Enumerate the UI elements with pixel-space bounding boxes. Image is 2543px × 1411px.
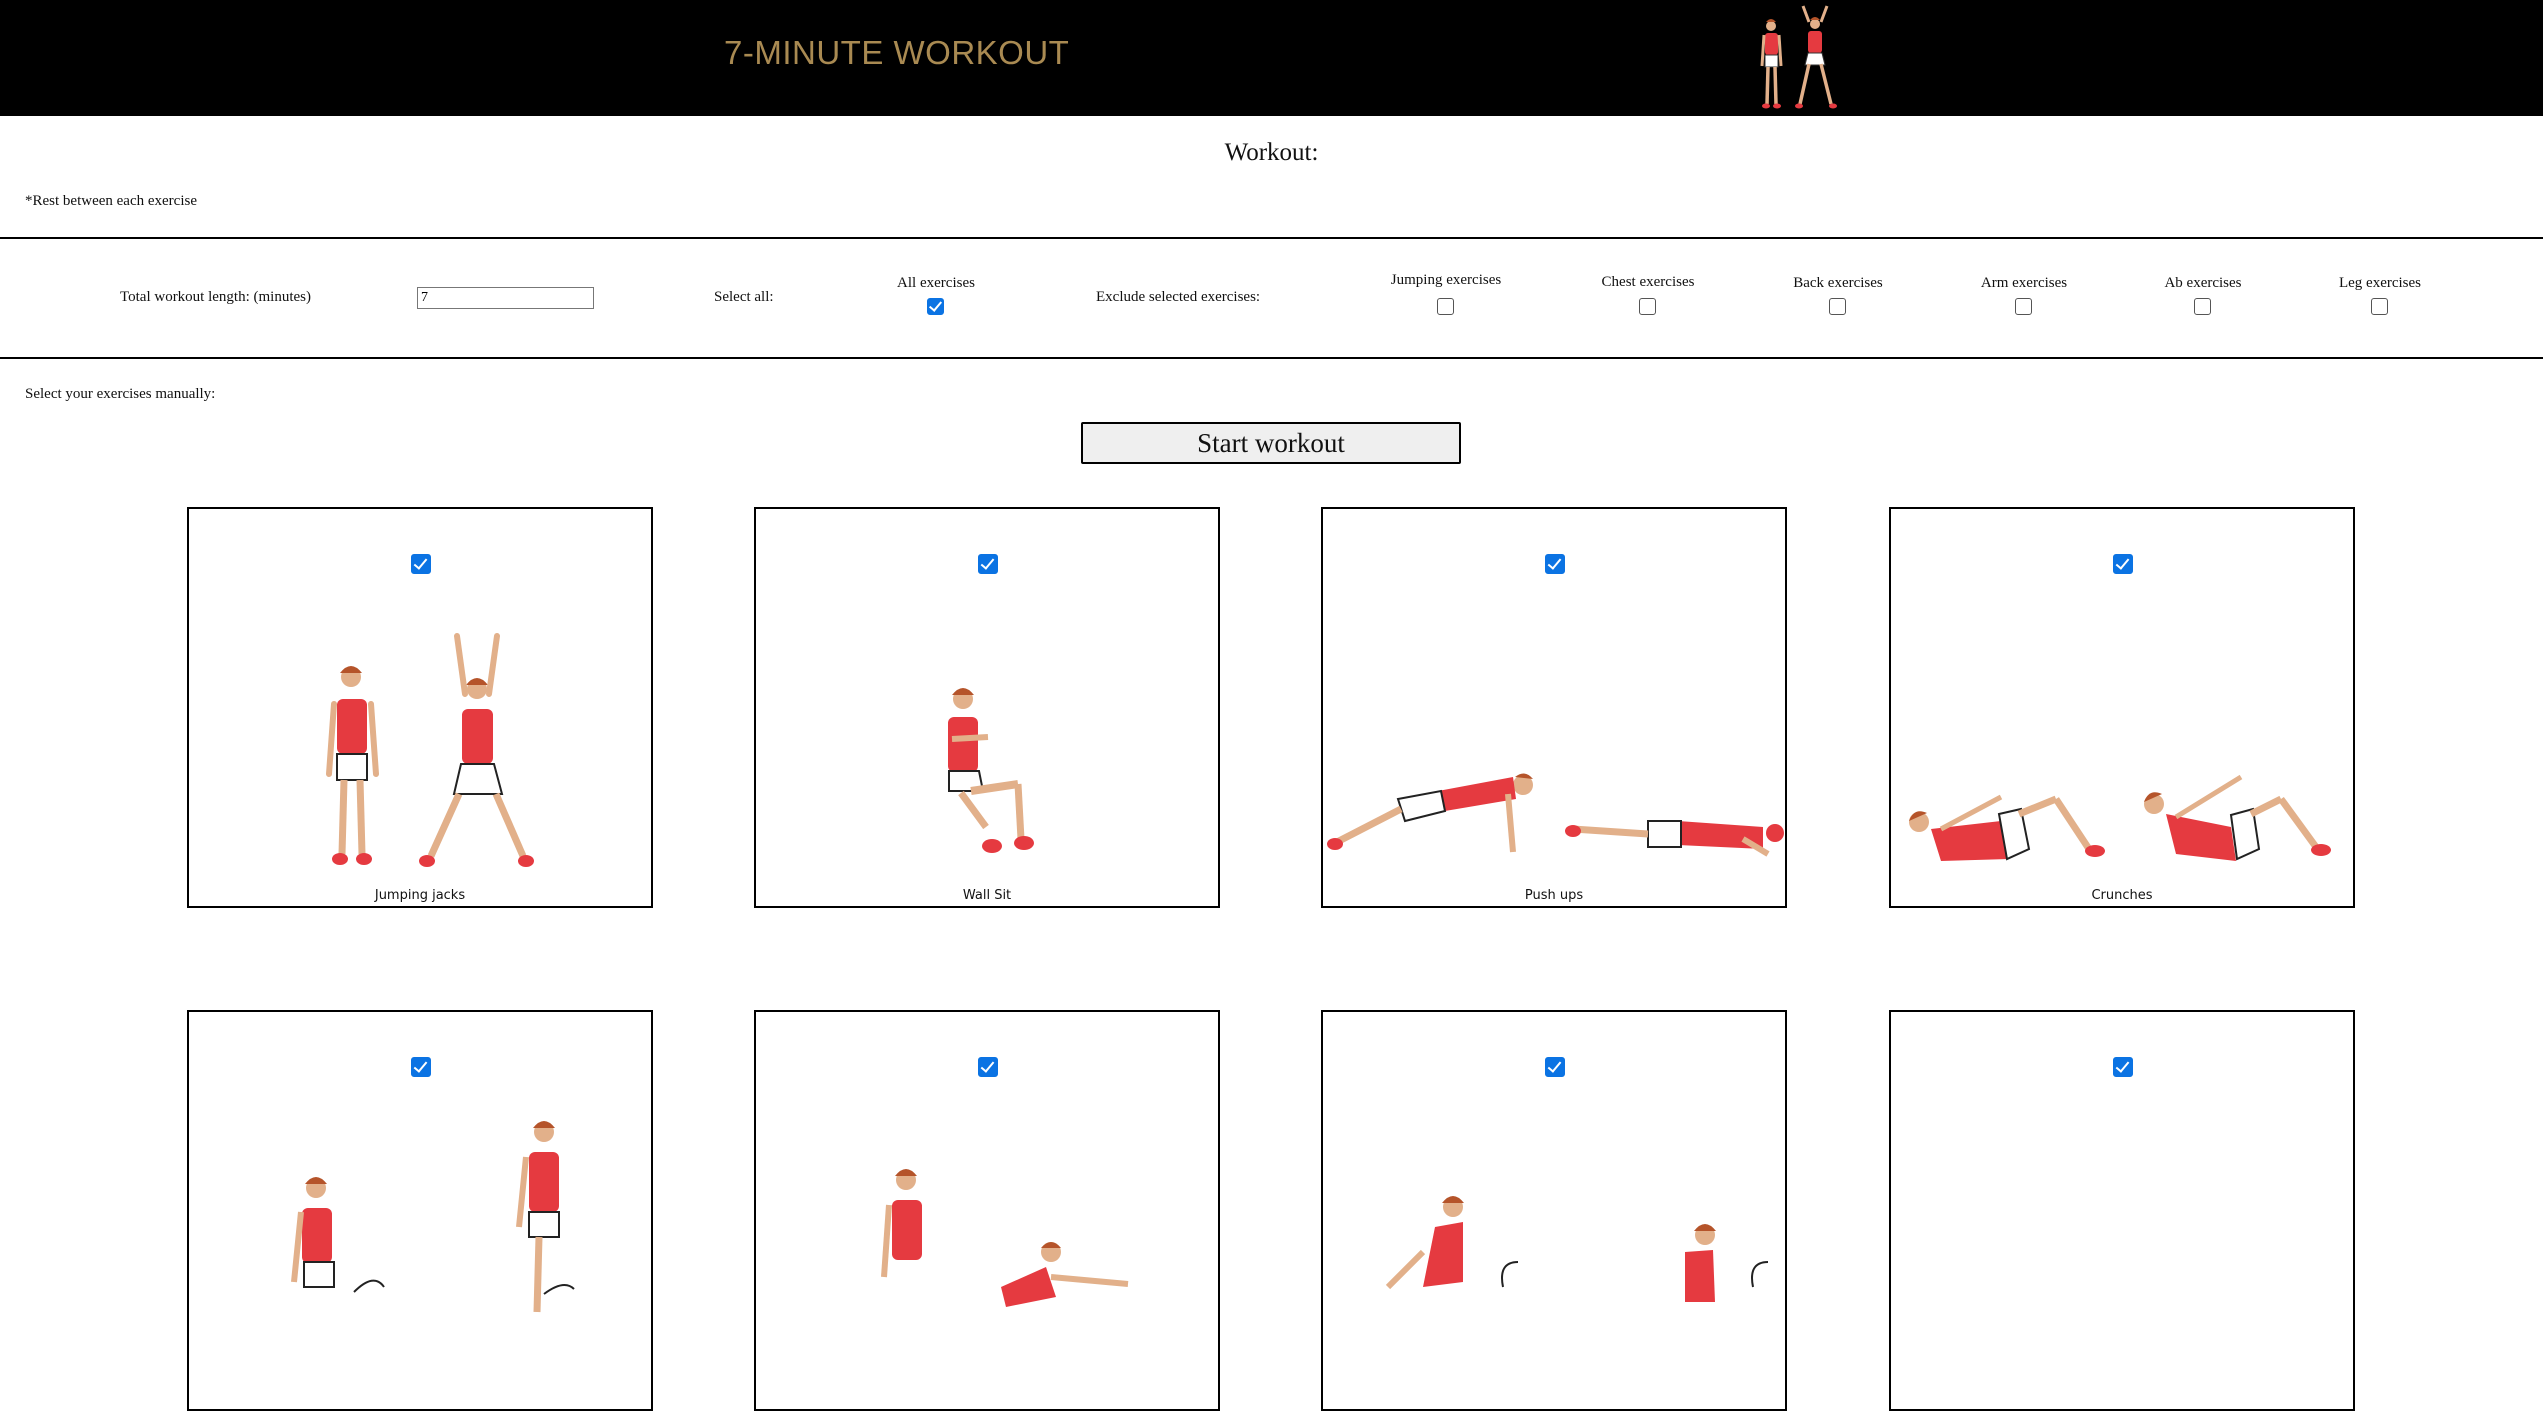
- exclude-leg-label: Leg exercises: [2338, 275, 2422, 291]
- header-bar: 7-MINUTE WORKOUT: [0, 0, 2543, 116]
- exercise-checkbox[interactable]: [411, 554, 431, 574]
- exercise-card-plank[interactable]: [1889, 1010, 2355, 1411]
- exclude-arm-checkbox[interactable]: [2015, 298, 2032, 315]
- exercise-card-wall-sit[interactable]: Wall Sit: [754, 507, 1220, 908]
- exercise-checkbox[interactable]: [2113, 554, 2133, 574]
- exercise-card-squat[interactable]: [754, 1010, 1220, 1411]
- exclude-leg-checkbox[interactable]: [2371, 298, 2388, 315]
- exercise-label: Wall Sit: [962, 888, 1012, 903]
- exclude-chest-label: Chest exercises: [1601, 274, 1695, 290]
- page-heading: Workout:: [1224, 139, 1319, 166]
- exercise-card-push-ups[interactable]: Push ups: [1321, 507, 1787, 908]
- start-workout-button[interactable]: Start workout: [1081, 422, 1461, 464]
- exercise-card-crunches[interactable]: Crunches: [1889, 507, 2355, 908]
- exclude-jumping-checkbox[interactable]: [1437, 298, 1454, 315]
- manual-select-label: Select your exercises manually:: [25, 386, 216, 402]
- exercise-checkbox[interactable]: [978, 1057, 998, 1077]
- exclude-back-checkbox[interactable]: [1829, 298, 1846, 315]
- exclude-label: Exclude selected exercises:: [1096, 289, 1261, 305]
- exclude-back-label: Back exercises: [1793, 275, 1883, 291]
- exclude-jumping-label: Jumping exercises: [1390, 272, 1502, 288]
- exercise-checkbox[interactable]: [411, 1057, 431, 1077]
- divider-bottom: [0, 357, 2543, 359]
- exercise-card-step-up[interactable]: [187, 1010, 653, 1411]
- all-exercises-label: All exercises: [897, 275, 975, 291]
- exercise-card-triceps-dip[interactable]: [1321, 1010, 1787, 1411]
- workout-length-label: Total workout length: (minutes): [120, 289, 312, 305]
- exercise-label: Push ups: [1524, 888, 1584, 903]
- exercise-label: Jumping jacks: [374, 888, 466, 903]
- divider-top: [0, 237, 2543, 239]
- workout-length-input[interactable]: [417, 287, 594, 309]
- select-all-label: Select all:: [714, 289, 774, 305]
- exercise-checkbox[interactable]: [1545, 1057, 1565, 1077]
- exercise-label: Crunches: [2091, 888, 2153, 903]
- exclude-ab-checkbox[interactable]: [2194, 298, 2211, 315]
- exclude-ab-label: Ab exercises: [2164, 275, 2242, 291]
- rest-note: *Rest between each exercise: [25, 193, 197, 209]
- exclude-arm-label: Arm exercises: [1980, 275, 2068, 291]
- all-exercises-checkbox[interactable]: [927, 298, 944, 315]
- exercise-card-jumping-jacks[interactable]: Jumping jacks: [187, 507, 653, 908]
- exercise-checkbox[interactable]: [2113, 1057, 2133, 1077]
- app-title: 7-MINUTE WORKOUT: [724, 34, 1070, 71]
- exercise-checkbox[interactable]: [978, 554, 998, 574]
- exercise-checkbox[interactable]: [1545, 554, 1565, 574]
- logo-jumping-figures-icon: [1760, 5, 1837, 109]
- exclude-chest-checkbox[interactable]: [1639, 298, 1656, 315]
